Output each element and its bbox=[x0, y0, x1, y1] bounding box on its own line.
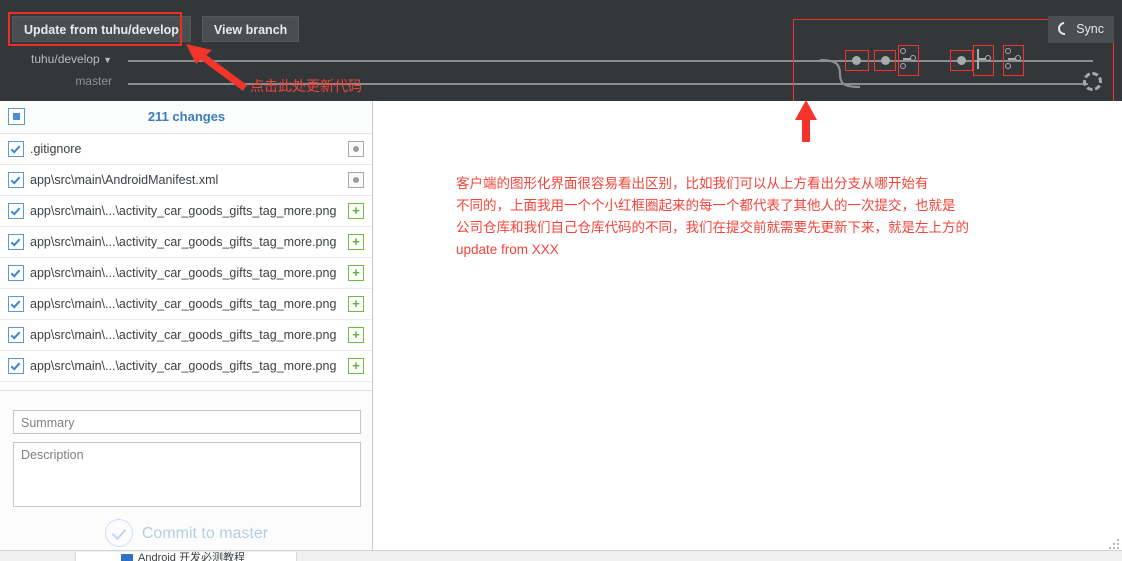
file-path-label: app\src\main\...\activity_car_goods_gift… bbox=[30, 297, 336, 311]
file-added-icon: + bbox=[348, 234, 364, 250]
table-row[interactable]: app\src\main\...\activity_car_goods_gift… bbox=[0, 351, 372, 382]
changed-files-list[interactable]: .gitignore app\src\main\AndroidManifest.x… bbox=[0, 134, 372, 382]
annotation-line: 客户端的图形化界面很容易看出区别，比如我们可以从上方看出分支从哪开始有 bbox=[456, 176, 929, 191]
file-path-label: .gitignore bbox=[30, 142, 82, 156]
annotation-line: update from XXX bbox=[456, 242, 559, 257]
file-added-icon: + bbox=[348, 296, 364, 312]
annotation-line: 公司仓库和我们自己仓库代码的不同，我们在提交前就需要先更新下来，就是左上方的 bbox=[456, 220, 969, 235]
table-row[interactable]: app\src\main\...\activity_car_goods_gift… bbox=[0, 227, 372, 258]
file-modified-icon bbox=[348, 172, 364, 188]
table-row[interactable]: app\src\main\...\activity_car_goods_gift… bbox=[0, 320, 372, 351]
file-added-icon: + bbox=[348, 358, 364, 374]
commit-summary-input[interactable]: Summary bbox=[13, 410, 361, 434]
merge-commit-glyph[interactable] bbox=[975, 48, 991, 70]
file-path-label: app\src\main\...\activity_car_goods_gift… bbox=[30, 204, 336, 218]
file-modified-icon bbox=[348, 141, 364, 157]
file-path-label: app\src\main\AndroidManifest.xml bbox=[30, 173, 219, 187]
check-circle-icon bbox=[104, 519, 133, 547]
commit-node[interactable] bbox=[881, 56, 890, 65]
file-added-icon: + bbox=[348, 327, 364, 343]
top-toolbar: Update from tuhu/develop View branch tuhu… bbox=[0, 0, 1122, 101]
branch-current-name: tuhu/develop bbox=[31, 52, 100, 66]
branch-label-column: tuhu/develop ▼ master bbox=[0, 48, 120, 92]
changes-header: 211 changes bbox=[0, 101, 372, 134]
table-row[interactable]: app\src\main\AndroidManifest.xml bbox=[0, 165, 372, 196]
windows-taskbar: Android 开发必测教程 bbox=[0, 550, 1122, 561]
table-row[interactable]: app\src\main\...\activity_car_goods_gift… bbox=[0, 196, 372, 227]
taskbar-item[interactable]: Android 开发必测教程 bbox=[75, 552, 297, 561]
commit-button-label: Commit to master bbox=[141, 525, 269, 542]
changes-count-label: 211 changes bbox=[147, 109, 226, 124]
file-checkbox[interactable] bbox=[8, 296, 24, 312]
taskbar-item-label: Android 开发必测教程 bbox=[138, 552, 245, 561]
update-from-branch-button[interactable]: Update from tuhu/develop bbox=[12, 16, 191, 42]
github-desktop-window: Update from tuhu/develop View branch tuhu… bbox=[0, 0, 1122, 561]
table-row[interactable]: app\src\main\...\activity_car_goods_gift… bbox=[0, 258, 372, 289]
sync-button-label: Sync bbox=[1076, 22, 1104, 36]
merge-commit-glyph[interactable] bbox=[1005, 48, 1021, 70]
annotation-text-block: 客户端的图形化界面很容易看出区别，比如我们可以从上方看出分支从哪开始有 不同的，… bbox=[456, 173, 969, 261]
main-content-area: 客户端的图形化界面很容易看出区别，比如我们可以从上方看出分支从哪开始有 不同的，… bbox=[373, 101, 1122, 551]
file-added-icon: + bbox=[348, 203, 364, 219]
file-added-icon: + bbox=[348, 265, 364, 281]
annotation-line: 不同的，上面我用一个个小红框圈起来的每一个都代表了其他人的一次提交，也就是 bbox=[456, 198, 956, 213]
file-path-label: app\src\main\...\activity_car_goods_gift… bbox=[30, 359, 336, 373]
view-branch-button[interactable]: View branch bbox=[201, 16, 300, 42]
resize-grip[interactable] bbox=[1107, 537, 1119, 549]
file-path-label: app\src\main\...\activity_car_goods_gift… bbox=[30, 266, 336, 280]
refresh-icon bbox=[1055, 19, 1074, 38]
file-checkbox[interactable] bbox=[8, 203, 24, 219]
commit-node[interactable] bbox=[852, 56, 861, 65]
commit-form: Summary Description Commit to master bbox=[0, 390, 372, 551]
file-path-label: app\src\main\...\activity_car_goods_gift… bbox=[30, 328, 336, 342]
toolbar-button-row: Update from tuhu/develop View branch bbox=[12, 16, 300, 42]
commit-description-input[interactable]: Description bbox=[13, 442, 361, 507]
graph-lane-develop bbox=[128, 60, 1093, 62]
file-path-label: app\src\main\...\activity_car_goods_gift… bbox=[30, 235, 336, 249]
table-row[interactable]: .gitignore bbox=[0, 134, 372, 165]
file-checkbox[interactable] bbox=[8, 327, 24, 343]
branch-selector-current[interactable]: tuhu/develop ▼ bbox=[0, 48, 120, 70]
arrow-annotation-label: 点击此处更新代码 bbox=[250, 78, 362, 94]
branch-label-master: master bbox=[75, 74, 112, 88]
file-checkbox[interactable] bbox=[8, 141, 24, 157]
file-checkbox[interactable] bbox=[8, 358, 24, 374]
file-checkbox[interactable] bbox=[8, 172, 24, 188]
chevron-down-icon: ▼ bbox=[103, 55, 112, 65]
head-commit-ring[interactable] bbox=[1083, 72, 1102, 91]
changes-panel: 211 changes .gitignore app\src\main\Andro… bbox=[0, 101, 373, 551]
file-checkbox[interactable] bbox=[8, 265, 24, 281]
sync-button[interactable]: Sync bbox=[1048, 16, 1114, 43]
table-row[interactable]: app\src\main\...\activity_car_goods_gift… bbox=[0, 289, 372, 320]
app-icon bbox=[121, 554, 133, 561]
commit-to-branch-button[interactable]: Commit to master bbox=[0, 519, 372, 547]
file-checkbox[interactable] bbox=[8, 234, 24, 250]
merge-commit-glyph[interactable] bbox=[900, 48, 916, 70]
commit-node[interactable] bbox=[957, 56, 966, 65]
